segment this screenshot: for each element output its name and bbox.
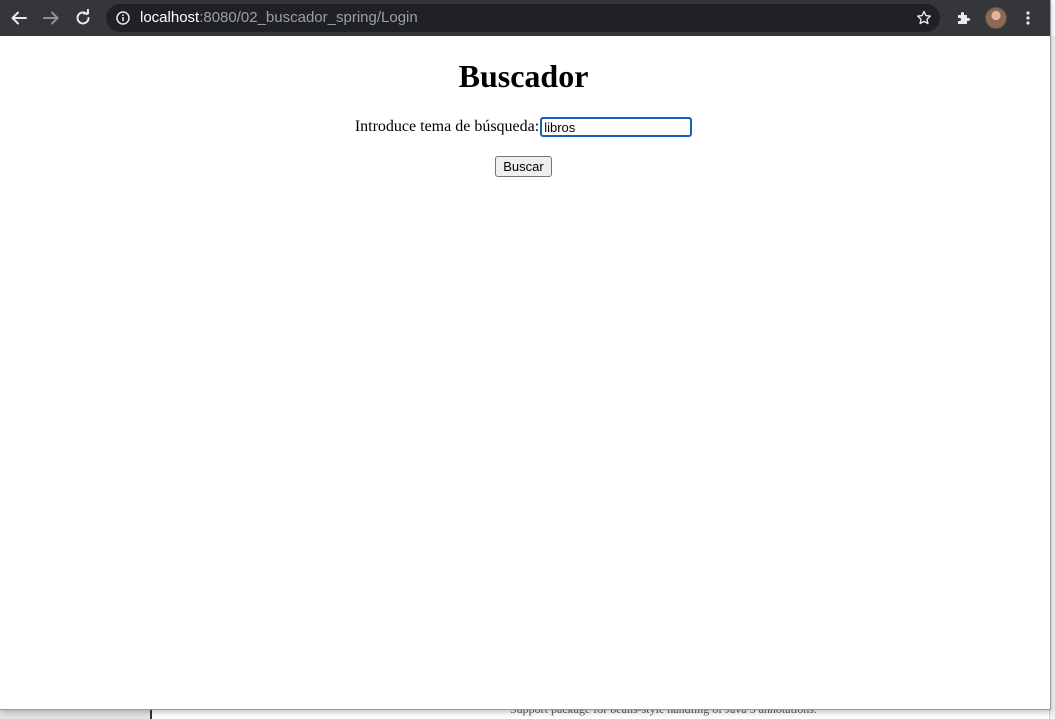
search-label: Introduce tema de búsqueda: (354, 118, 540, 135)
arrow-left-icon (11, 11, 27, 25)
star-icon[interactable] (916, 10, 932, 26)
page-title: Buscador (458, 58, 589, 94)
search-form: Introduce tema de búsqueda: (0, 117, 1047, 137)
extensions-button[interactable] (954, 8, 974, 28)
profile-avatar[interactable] (985, 7, 1007, 29)
back-button[interactable] (7, 6, 31, 30)
url-host: localhost (140, 9, 200, 26)
url-path: :8080/02_buscador_spring/Login (199, 9, 418, 26)
page-content: Buscador Introduce tema de búsqueda: Bus… (0, 36, 1050, 709)
address-bar[interactable]: localhost:8080/02_buscador_spring/Login (106, 4, 940, 32)
search-button[interactable]: Buscar (495, 156, 552, 177)
info-icon[interactable] (116, 11, 130, 25)
browser-toolbar: localhost:8080/02_buscador_spring/Login (0, 0, 1050, 36)
menu-button[interactable] (1018, 8, 1038, 28)
reload-icon (76, 9, 90, 25)
search-input[interactable] (540, 117, 693, 137)
browser-window: localhost:8080/02_buscador_spring/Login … (0, 0, 1051, 710)
more-vert-icon (1026, 11, 1030, 25)
puzzle-icon (958, 12, 970, 24)
forward-button[interactable] (39, 6, 63, 30)
url-text[interactable]: localhost:8080/02_buscador_spring/Login (140, 9, 418, 27)
arrow-right-icon (43, 11, 59, 25)
reload-button[interactable] (71, 6, 95, 30)
submit-row: Buscar (0, 156, 1047, 177)
